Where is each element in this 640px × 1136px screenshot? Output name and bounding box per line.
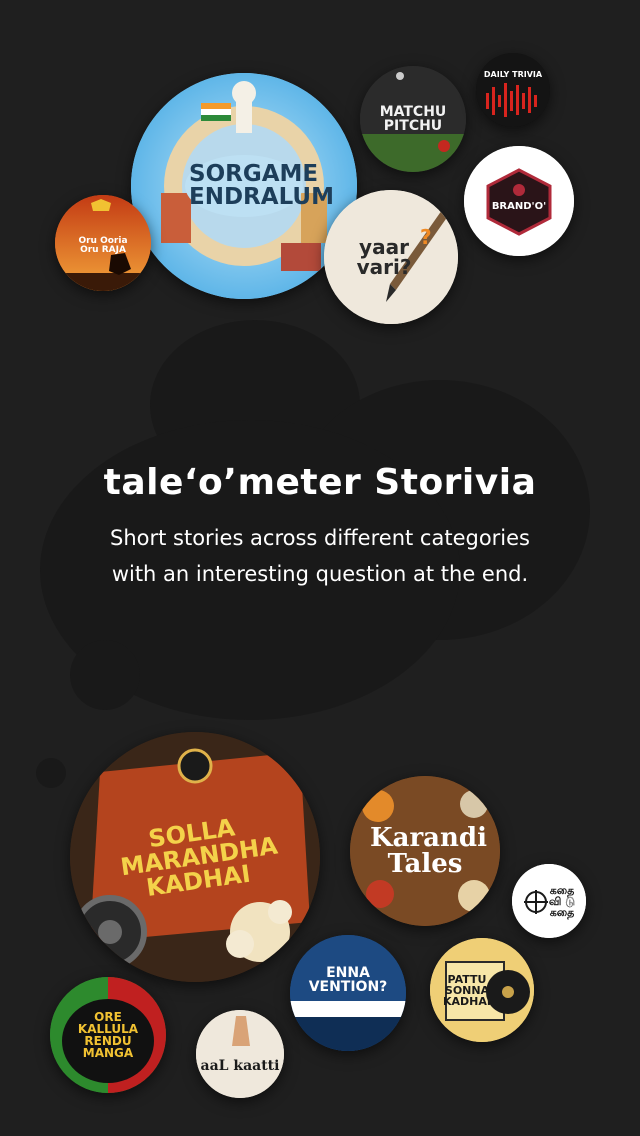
show-enna-vention[interactable]: ENNA VENTION? <box>290 935 406 1051</box>
show-kathai-vidu-kathai[interactable]: கதை வி டு கதை <box>512 864 586 938</box>
show-title: கதை வி டு கதை <box>548 883 576 919</box>
show-title: PATTU SONNA KADHAI <box>443 972 491 1008</box>
show-title: DAILY TRIVIA <box>483 70 543 79</box>
daily-trivia-artwork <box>476 53 550 127</box>
show-title: aaL kaatti <box>200 1058 280 1074</box>
show-title: yaar vari? <box>356 235 412 279</box>
show-title: ENNA VENTION? <box>308 965 388 995</box>
show-title: ORE KALLULA RENDU MANGA <box>77 1010 139 1060</box>
aal-kaatti-artwork <box>196 1010 284 1098</box>
show-solla-marandha-kadhai[interactable]: SOLLA MARANDHA KADHAI <box>70 732 320 982</box>
svg-text:?: ? <box>420 225 432 249</box>
show-yaar-vari[interactable]: ? yaar vari? <box>324 190 458 324</box>
show-oru-ooria-oru-raja[interactable]: Oru Ooria Oru RAJA <box>55 195 151 291</box>
show-title: BRAND'O' <box>491 201 547 212</box>
show-title: Oru Ooria Oru RAJA <box>78 236 128 255</box>
show-ore-kallula-rendu-manga[interactable]: ORE KALLULA RENDU MANGA <box>50 977 166 1093</box>
show-pattu-sonna-kadhai[interactable]: PATTU SONNA KADHAI <box>430 938 534 1042</box>
show-karandi-tales[interactable]: Karandi Tales <box>350 776 500 926</box>
show-daily-trivia[interactable]: DAILY TRIVIA <box>476 53 550 127</box>
background-blob <box>36 758 66 788</box>
show-brando[interactable]: BRAND'O' <box>464 146 574 256</box>
page-subtitle: Short stories across different categorie… <box>110 526 530 586</box>
storivia-screen: SORGAME ENDRALUM MATCHU PITCHU DAILY TRI… <box>0 0 640 1136</box>
show-matchu-pitchu[interactable]: MATCHU PITCHU <box>360 66 466 172</box>
show-title: SORGAME ENDRALUM <box>185 155 334 217</box>
show-title: MATCHU PITCHU <box>379 104 447 134</box>
background-blob <box>70 640 140 710</box>
show-title: Karandi Tales <box>370 823 487 879</box>
page-title: tale‘o’meter Storivia <box>103 462 537 503</box>
show-aal-kaatti[interactable]: aaL kaatti <box>196 1010 284 1098</box>
